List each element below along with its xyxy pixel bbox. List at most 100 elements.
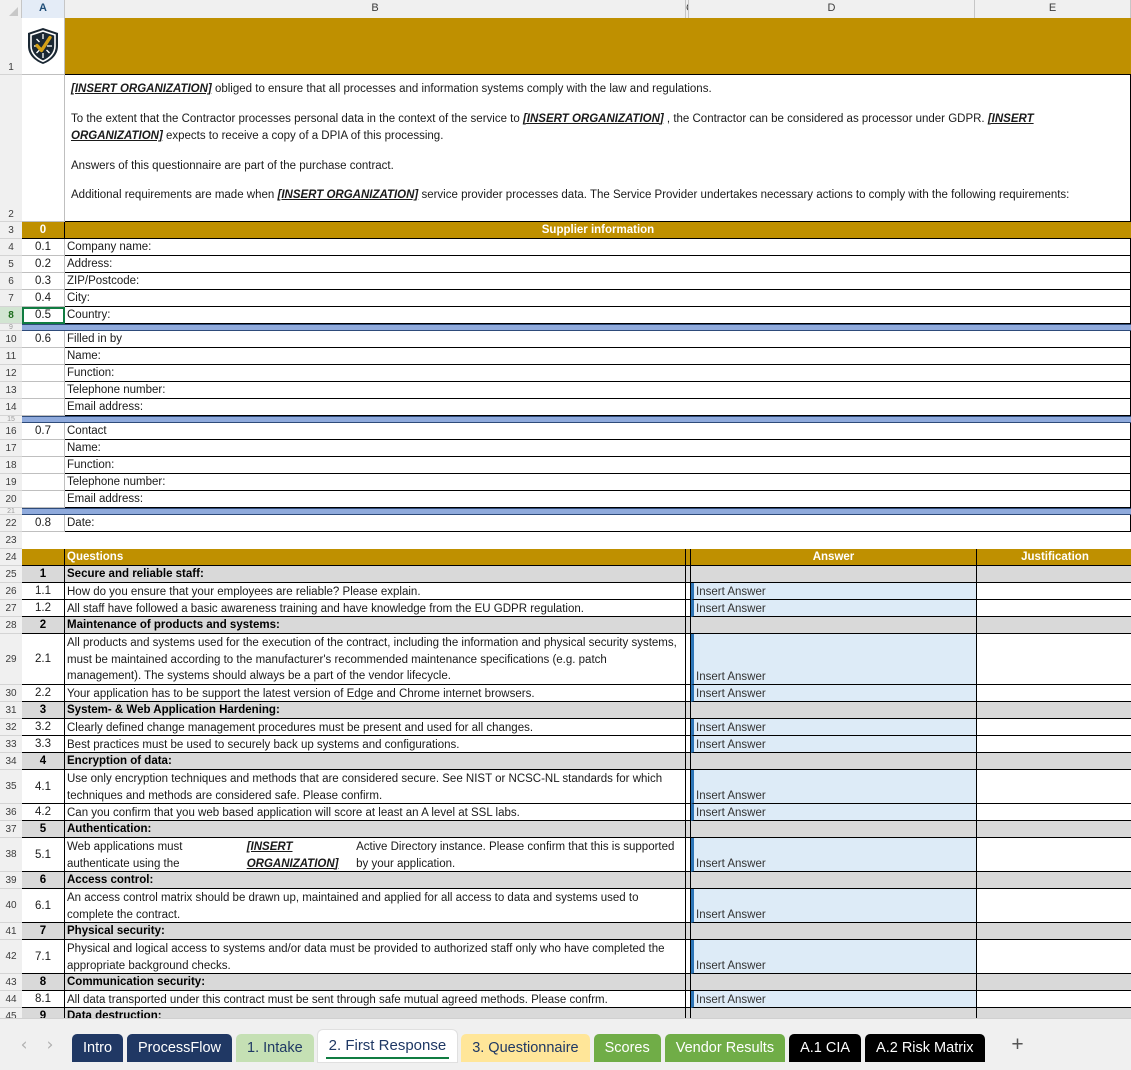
justification-input-cell[interactable] xyxy=(977,719,1131,736)
question-text[interactable]: Your application has to be support the l… xyxy=(65,685,686,702)
row-header-4[interactable]: 4 xyxy=(0,239,22,256)
supplier-field-label[interactable]: Company name: xyxy=(65,239,1131,256)
row-header-25[interactable]: 25 xyxy=(0,566,22,583)
row-header-23[interactable]: 23 xyxy=(0,532,22,549)
answer-section-blank[interactable] xyxy=(691,566,977,583)
justification-input-cell[interactable] xyxy=(977,838,1131,872)
question-text[interactable]: Best practices must be used to securely … xyxy=(65,736,686,753)
supplier-field-label[interactable]: ZIP/Postcode: xyxy=(65,273,1131,290)
row-header-10[interactable]: 10 xyxy=(0,331,22,348)
row-header-28[interactable]: 28 xyxy=(0,617,22,634)
answer-section-blank[interactable] xyxy=(691,617,977,634)
row-header-1[interactable]: 1 xyxy=(0,18,22,75)
question-number[interactable]: 2.1 xyxy=(22,634,65,685)
question-section-title[interactable]: Data destruction: xyxy=(65,1008,686,1018)
row-header-34[interactable]: 34 xyxy=(0,753,22,770)
filled-in-by-field-label[interactable]: Telephone number: xyxy=(65,382,1131,399)
question-section-title[interactable]: Physical security: xyxy=(65,923,686,940)
contact-field-label[interactable]: Function: xyxy=(65,457,1131,474)
question-section-title[interactable]: Access control: xyxy=(65,872,686,889)
row-header-6[interactable]: 6 xyxy=(0,273,22,290)
row-header-26[interactable]: 26 xyxy=(0,583,22,600)
answer-input-cell[interactable]: Insert Answer xyxy=(691,838,977,872)
row-header-37[interactable]: 37 xyxy=(0,821,22,838)
justification-input-cell[interactable] xyxy=(977,685,1131,702)
question-section-title[interactable]: Authentication: xyxy=(65,821,686,838)
answer-input-cell[interactable]: Insert Answer xyxy=(691,991,977,1008)
filled-in-by-field-number[interactable] xyxy=(22,348,65,365)
row-header-21[interactable]: 21 xyxy=(0,508,22,515)
answer-input-cell[interactable]: Insert Answer xyxy=(691,600,977,617)
justification-input-cell[interactable] xyxy=(977,940,1131,974)
row-header-33[interactable]: 33 xyxy=(0,736,22,753)
question-section-number[interactable]: 6 xyxy=(22,872,65,889)
sheet-tab-scores[interactable]: Scores xyxy=(594,1034,661,1062)
row-header-18[interactable]: 18 xyxy=(0,457,22,474)
justification-section-blank[interactable] xyxy=(977,702,1131,719)
justification-input-cell[interactable] xyxy=(977,991,1131,1008)
justification-input-cell[interactable] xyxy=(977,736,1131,753)
question-text[interactable]: How do you ensure that your employees ar… xyxy=(65,583,686,600)
question-section-number[interactable]: 1 xyxy=(22,566,65,583)
question-text[interactable]: Clearly defined change management proced… xyxy=(65,719,686,736)
filled-in-by-field-number[interactable] xyxy=(22,382,65,399)
filled-in-by-field-label[interactable]: Filled in by xyxy=(65,331,1131,348)
row-header-12[interactable]: 12 xyxy=(0,365,22,382)
question-text[interactable]: Use only encryption techniques and metho… xyxy=(65,770,686,804)
justification-input-cell[interactable] xyxy=(977,889,1131,923)
add-sheet-button[interactable]: + xyxy=(1007,1033,1029,1057)
question-number[interactable]: 4.1 xyxy=(22,770,65,804)
sheet-tab-a-2-risk-matrix[interactable]: A.2 Risk Matrix xyxy=(865,1034,985,1062)
question-number[interactable]: 6.1 xyxy=(22,889,65,923)
contact-field-number[interactable] xyxy=(22,457,65,474)
hidden-row-separator-15[interactable] xyxy=(22,416,1131,423)
row-header-44[interactable]: 44 xyxy=(0,991,22,1008)
supplier-field-label[interactable]: Address: xyxy=(65,256,1131,273)
row-header-19[interactable]: 19 xyxy=(0,474,22,491)
row-header-16[interactable]: 16 xyxy=(0,423,22,440)
next-sheet-arrow-icon[interactable]: › xyxy=(42,1035,58,1055)
question-section-title[interactable]: Maintenance of products and systems: xyxy=(65,617,686,634)
row-header-39[interactable]: 39 xyxy=(0,872,22,889)
answer-input-cell[interactable]: Insert Answer xyxy=(691,804,977,821)
sheet-tab-intro[interactable]: Intro xyxy=(72,1034,123,1062)
row-header-40[interactable]: 40 xyxy=(0,889,22,923)
question-section-number[interactable]: 8 xyxy=(22,974,65,991)
column-header-d[interactable]: D xyxy=(689,0,975,18)
contact-field-number[interactable] xyxy=(22,491,65,508)
row-header-7[interactable]: 7 xyxy=(0,290,22,307)
justification-section-blank[interactable] xyxy=(977,872,1131,889)
question-section-number[interactable]: 3 xyxy=(22,702,65,719)
row-header-42[interactable]: 42 xyxy=(0,940,22,974)
row-header-43[interactable]: 43 xyxy=(0,974,22,991)
answer-section-blank[interactable] xyxy=(691,974,977,991)
contact-field-label[interactable]: Name: xyxy=(65,440,1131,457)
column-header-e[interactable]: E xyxy=(975,0,1131,18)
row-header-35[interactable]: 35 xyxy=(0,770,22,804)
answer-input-cell[interactable]: Insert Answer xyxy=(691,889,977,923)
answer-section-blank[interactable] xyxy=(691,702,977,719)
answer-input-cell[interactable]: Insert Answer xyxy=(691,634,977,685)
justification-section-blank[interactable] xyxy=(977,566,1131,583)
row-header-9[interactable]: 9 xyxy=(0,324,22,331)
sheet-tab-processflow[interactable]: ProcessFlow xyxy=(127,1034,232,1062)
row-header-30[interactable]: 30 xyxy=(0,685,22,702)
question-text[interactable]: All data transported under this contract… xyxy=(65,991,686,1008)
sheet-tab-a-1-cia[interactable]: A.1 CIA xyxy=(789,1034,861,1062)
question-text[interactable]: An access control matrix should be drawn… xyxy=(65,889,686,923)
row-header-15[interactable]: 15 xyxy=(0,416,22,423)
row-header-2[interactable]: 2 xyxy=(0,75,22,222)
date-field-number[interactable]: 0.8 xyxy=(22,515,65,532)
question-number[interactable]: 8.1 xyxy=(22,991,65,1008)
row-header-41[interactable]: 41 xyxy=(0,923,22,940)
column-header-b[interactable]: B xyxy=(65,0,686,18)
question-text[interactable]: Can you confirm that you web based appli… xyxy=(65,804,686,821)
justification-section-blank[interactable] xyxy=(977,821,1131,838)
date-field-label[interactable]: Date: xyxy=(65,515,1131,532)
justification-input-cell[interactable] xyxy=(977,600,1131,617)
answer-input-cell[interactable]: Insert Answer xyxy=(691,583,977,600)
question-section-title[interactable]: System- & Web Application Hardening: xyxy=(65,702,686,719)
supplier-field-number[interactable]: 0.2 xyxy=(22,256,65,273)
answer-section-blank[interactable] xyxy=(691,872,977,889)
filled-in-by-field-number[interactable]: 0.6 xyxy=(22,331,65,348)
